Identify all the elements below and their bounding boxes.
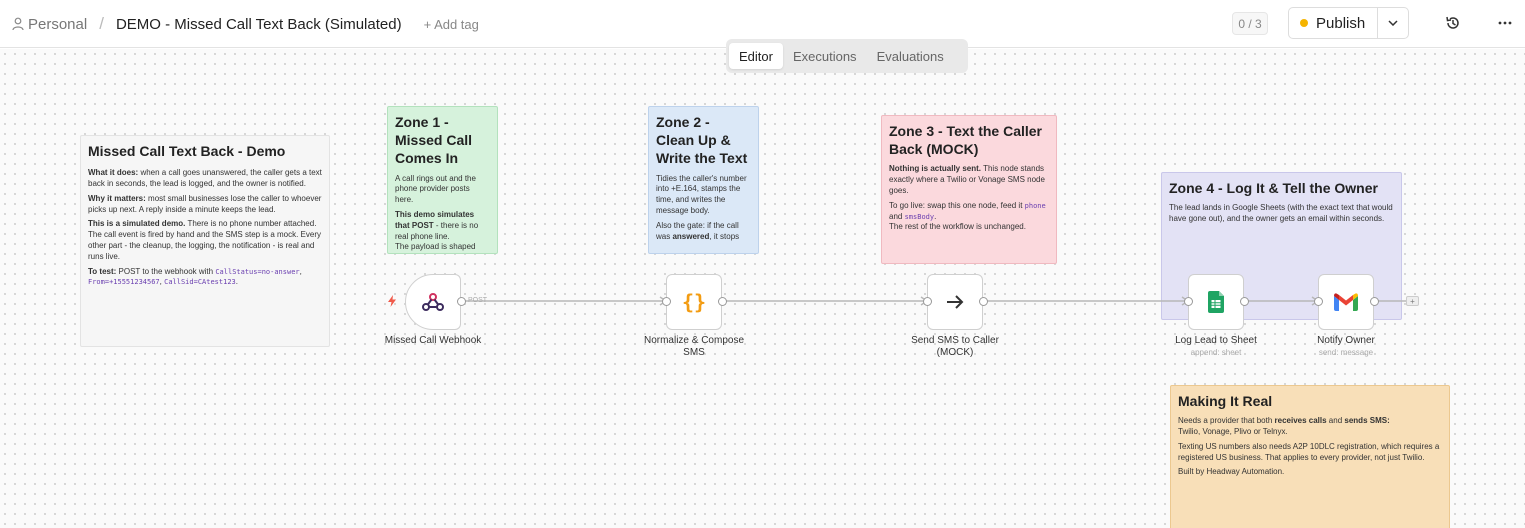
node-label: Missed Call Webhook <box>384 335 482 346</box>
output-port[interactable] <box>979 297 988 306</box>
tab-editor[interactable]: Editor <box>729 43 783 69</box>
breadcrumb: Personal / DEMO - Missed Call Text Back … <box>12 14 479 34</box>
node-label: Notify Owner <box>1317 335 1375 346</box>
output-port[interactable] <box>457 297 466 306</box>
note-title: Zone 1 - Missed Call Comes In <box>395 114 473 167</box>
breadcrumb-project[interactable]: Personal <box>28 16 87 33</box>
publish-dropdown-button[interactable] <box>1378 8 1408 38</box>
chevron-down-icon <box>1388 20 1398 26</box>
evaluation-counter: 0 / 3 <box>1232 12 1268 35</box>
note-paragraph: Also the gate: if the call was answered,… <box>656 220 740 241</box>
arrow-right-icon <box>947 295 964 309</box>
gmail-icon <box>1334 293 1358 311</box>
tab-evaluations[interactable]: Evaluations <box>867 43 954 69</box>
note-title: Zone 2 - Clean Up & Write the Text <box>656 114 748 167</box>
note-paragraph: Built by Headway Automation. <box>1178 467 1285 477</box>
publish-label: Publish <box>1316 14 1366 32</box>
more-options-icon[interactable] <box>1497 15 1513 31</box>
port-label: POST <box>468 297 488 304</box>
note-title: Zone 4 - Log It & Tell the Owner <box>1169 180 1378 196</box>
node-log-lead-to-sheet[interactable] <box>1188 274 1244 330</box>
webhook-icon <box>422 293 444 311</box>
input-port[interactable] <box>1314 297 1323 306</box>
node-label: Send SMS to Caller (MOCK) <box>911 335 999 358</box>
node-notify-owner[interactable] <box>1318 274 1374 330</box>
note-paragraph: Texting US numbers also needs A2P 10DLC … <box>1178 441 1440 462</box>
sticky-note-zone-1[interactable]: Zone 1 - Missed Call Comes In A call rin… <box>387 106 498 254</box>
note-paragraph: Needs a provider that both receives call… <box>1178 416 1390 436</box>
sticky-note-making-it-real[interactable]: Making It Real Needs a provider that bot… <box>1170 385 1450 528</box>
trigger-bolt-icon <box>388 295 396 307</box>
input-port[interactable] <box>923 297 932 306</box>
sticky-note-zone-3[interactable]: Zone 3 - Text the Caller Back (MOCK) Not… <box>881 115 1057 264</box>
note-paragraph: This is a simulated demo. There is no ph… <box>88 219 321 261</box>
node-send-sms-mock[interactable] <box>927 274 983 330</box>
sticky-note-overview[interactable]: Missed Call Text Back - Demo What it doe… <box>80 135 330 347</box>
code-braces-icon: {} <box>681 290 707 314</box>
note-paragraph: What it does: when a call goes unanswere… <box>88 168 322 188</box>
note-paragraph: To go live: swap this one node, feed it … <box>889 200 1046 232</box>
note-paragraph: The lead lands in Google Sheets (with th… <box>1169 203 1393 223</box>
node-subtitle: send: message <box>1318 348 1374 357</box>
output-port[interactable] <box>1240 297 1249 306</box>
note-paragraph: A call rings out and the phone provider … <box>395 173 476 205</box>
input-port[interactable] <box>662 297 671 306</box>
note-title: Missed Call Text Back - Demo <box>88 143 286 159</box>
workflow-title[interactable]: DEMO - Missed Call Text Back (Simulated) <box>116 16 402 33</box>
publish-button[interactable]: Publish <box>1289 8 1378 38</box>
note-title: Making It Real <box>1178 393 1273 409</box>
node-label: Log Lead to Sheet <box>1175 335 1257 346</box>
node-missed-call-webhook[interactable] <box>405 274 461 330</box>
note-paragraph: This demo simulates that POST - there is… <box>395 209 479 252</box>
note-paragraph: Why it matters: most small businesses lo… <box>88 193 322 214</box>
note-title: Zone 3 - Text the Caller Back (MOCK) <box>889 123 1042 158</box>
node-label: Normalize & Compose SMS <box>643 335 745 358</box>
add-tag-button[interactable]: + Add tag <box>424 17 479 32</box>
tab-executions[interactable]: Executions <box>783 43 867 69</box>
publish-button-group: Publish <box>1288 7 1409 39</box>
note-paragraph: To test: POST to the webhook with CallSt… <box>88 266 302 287</box>
breadcrumb-separator: / <box>99 14 104 33</box>
add-node-button[interactable]: + <box>1406 296 1419 306</box>
node-normalize-compose-sms[interactable]: {} <box>666 274 722 330</box>
sticky-note-zone-2[interactable]: Zone 2 - Clean Up & Write the Text Tidie… <box>648 106 759 254</box>
output-port[interactable] <box>1370 297 1379 306</box>
person-icon <box>12 17 24 31</box>
google-sheets-icon <box>1208 291 1224 313</box>
note-paragraph: Tidies the caller's number into +E.164, … <box>656 173 747 215</box>
view-tabs: Editor Executions Evaluations <box>726 39 968 73</box>
status-dot <box>1300 19 1308 27</box>
output-port[interactable] <box>718 297 727 306</box>
node-subtitle: append: sheet <box>1190 348 1242 357</box>
input-port[interactable] <box>1184 297 1193 306</box>
history-icon[interactable] <box>1445 15 1461 31</box>
note-paragraph: Nothing is actually sent. This node stan… <box>889 164 1045 195</box>
